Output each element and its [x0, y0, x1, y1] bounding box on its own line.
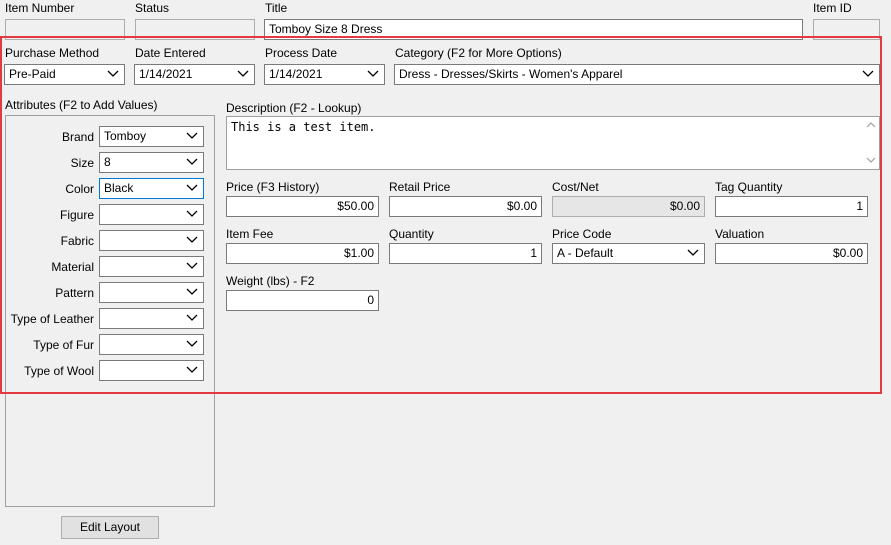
purchase-method-label: Purchase Method — [5, 46, 100, 60]
attribute-select[interactable] — [99, 308, 204, 329]
description-text: This is a test item. — [231, 120, 376, 134]
status-label: Status — [135, 1, 170, 15]
attribute-select[interactable] — [99, 360, 204, 381]
edit-layout-button[interactable]: Edit Layout — [61, 516, 159, 539]
attribute-label: Material — [51, 260, 94, 274]
attribute-label: Type of Wool — [24, 364, 94, 378]
quantity-field[interactable]: 1 — [389, 243, 542, 264]
date-entered-value: 1/14/2021 — [139, 67, 193, 81]
item-number-field[interactable] — [5, 19, 125, 40]
attribute-label: Brand — [61, 130, 94, 144]
scroll-down-icon[interactable] — [866, 157, 876, 163]
scroll-up-icon[interactable] — [866, 122, 876, 128]
attribute-select[interactable]: Black — [99, 178, 204, 199]
tag-quantity-field[interactable]: 1 — [715, 196, 868, 217]
description-scrollbar[interactable] — [863, 117, 879, 169]
chevron-down-icon — [186, 210, 198, 217]
item-fee-field[interactable]: $1.00 — [226, 243, 379, 264]
attribute-select[interactable]: 8 — [99, 152, 204, 173]
cost-net-label: Cost/Net — [552, 180, 599, 194]
chevron-down-icon — [107, 70, 119, 77]
valuation-label: Valuation — [715, 227, 765, 241]
chevron-down-icon — [186, 132, 198, 139]
attribute-label: Type of Leather — [10, 312, 94, 326]
tag-quantity-label: Tag Quantity — [715, 180, 783, 194]
chevron-down-icon — [186, 288, 198, 295]
item-number-label: Item Number — [5, 1, 75, 15]
attribute-label: Size — [70, 156, 94, 170]
attributes-section-label: Attributes (F2 to Add Values) — [5, 98, 158, 112]
chevron-down-icon — [862, 70, 874, 77]
retail-price-field[interactable]: $0.00 — [389, 196, 542, 217]
retail-price-label: Retail Price — [389, 180, 451, 194]
attribute-label: Type of Fur — [33, 338, 94, 352]
item-id-field[interactable] — [813, 19, 880, 40]
description-textarea[interactable]: This is a test item. — [226, 116, 880, 170]
quantity-label: Quantity — [389, 227, 434, 241]
weight-label: Weight (lbs) - F2 — [226, 274, 315, 288]
date-entered-picker[interactable]: 1/14/2021 — [134, 64, 255, 85]
price-code-label: Price Code — [552, 227, 612, 241]
attribute-value: Black — [104, 181, 134, 195]
chevron-down-icon — [186, 366, 198, 373]
attribute-select[interactable] — [99, 334, 204, 355]
title-field[interactable]: Tomboy Size 8 Dress — [264, 19, 803, 40]
cost-net-field: $0.00 — [552, 196, 705, 217]
item-id-label: Item ID — [813, 1, 852, 15]
item-fee-label: Item Fee — [226, 227, 274, 241]
chevron-down-icon — [367, 70, 379, 77]
price-field[interactable]: $50.00 — [226, 196, 379, 217]
attribute-value: 8 — [104, 155, 111, 169]
attribute-value: Tomboy — [104, 129, 147, 143]
process-date-label: Process Date — [265, 46, 338, 60]
category-select[interactable]: Dress - Dresses/Skirts - Women's Apparel — [394, 64, 880, 85]
attribute-select[interactable] — [99, 282, 204, 303]
attribute-select[interactable]: Tomboy — [99, 126, 204, 147]
chevron-down-icon — [186, 236, 198, 243]
process-date-value: 1/14/2021 — [269, 67, 323, 81]
chevron-down-icon — [186, 262, 198, 269]
attribute-label: Figure — [59, 208, 94, 222]
chevron-down-icon — [186, 340, 198, 347]
valuation-field[interactable]: $0.00 — [715, 243, 868, 264]
category-label: Category (F2 for More Options) — [395, 46, 562, 60]
attribute-select[interactable] — [99, 256, 204, 277]
chevron-down-icon — [687, 249, 699, 256]
status-field[interactable] — [135, 19, 255, 40]
chevron-down-icon — [237, 70, 249, 77]
date-entered-label: Date Entered — [135, 46, 206, 60]
category-value: Dress - Dresses/Skirts - Women's Apparel — [399, 67, 623, 81]
attribute-label: Pattern — [55, 286, 94, 300]
attribute-label: Color — [65, 182, 94, 196]
attribute-select[interactable] — [99, 204, 204, 225]
price-label: Price (F3 History) — [226, 180, 320, 194]
attribute-select[interactable] — [99, 230, 204, 251]
weight-field[interactable]: 0 — [226, 290, 379, 311]
title-label: Title — [265, 1, 288, 15]
attribute-label: Fabric — [60, 234, 94, 248]
description-label: Description (F2 - Lookup) — [226, 101, 362, 115]
purchase-method-select[interactable]: Pre-Paid — [4, 64, 125, 85]
price-code-value: A - Default — [557, 246, 614, 260]
chevron-down-icon — [186, 314, 198, 321]
chevron-down-icon — [186, 158, 198, 165]
price-code-select[interactable]: A - Default — [552, 243, 705, 264]
chevron-down-icon — [186, 184, 198, 191]
process-date-picker[interactable]: 1/14/2021 — [264, 64, 385, 85]
purchase-method-value: Pre-Paid — [9, 67, 56, 81]
